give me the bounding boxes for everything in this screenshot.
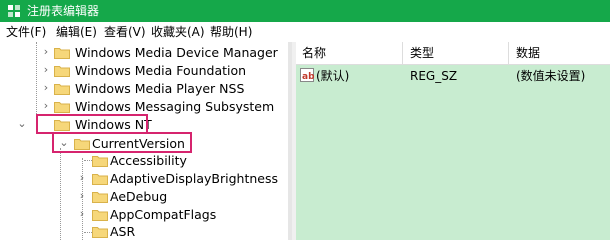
tree-item-label: Windows Media Foundation xyxy=(75,63,247,78)
chevron-right-icon[interactable]: › xyxy=(40,82,52,94)
chevron-right-icon[interactable]: › xyxy=(76,208,88,220)
menu-view[interactable]: 查看(V) xyxy=(104,24,146,40)
string-value-icon: ab xyxy=(300,68,314,82)
folder-icon xyxy=(92,174,108,185)
tree-item[interactable]: › Windows Media Device Manager xyxy=(0,44,288,62)
menu-file[interactable]: 文件(F) xyxy=(6,24,46,40)
tree-item-label: Windows Media Player NSS xyxy=(75,81,245,96)
title-bar: 注册表编辑器 xyxy=(0,0,610,22)
tree-item-label: Windows Messaging Subsystem xyxy=(75,99,275,114)
window-title: 注册表编辑器 xyxy=(27,4,100,18)
tree-item-label: ASR xyxy=(110,224,136,239)
column-divider[interactable] xyxy=(508,42,509,64)
column-header-name[interactable]: 名称 xyxy=(302,45,326,61)
menu-help[interactable]: 帮助(H) xyxy=(210,24,252,40)
chevron-right-icon[interactable]: › xyxy=(76,190,88,202)
highlight-box-windows-nt xyxy=(36,114,148,134)
folder-icon xyxy=(54,66,70,77)
column-divider[interactable] xyxy=(402,42,403,64)
folder-icon xyxy=(54,102,70,113)
chevron-right-icon[interactable]: › xyxy=(76,172,88,184)
menu-edit[interactable]: 编辑(E) xyxy=(56,24,97,40)
highlight-box-currentversion xyxy=(52,132,192,153)
tree-item[interactable]: Accessibility xyxy=(0,152,288,170)
chevron-right-icon[interactable]: › xyxy=(40,46,52,58)
values-pane[interactable]: 名称 类型 数据 ab (默认) REG_SZ (数值未设置) xyxy=(296,42,610,240)
column-header-type[interactable]: 类型 xyxy=(410,45,434,61)
chevron-right-icon[interactable]: › xyxy=(40,100,52,112)
tree-item-label: Windows Media Device Manager xyxy=(75,45,278,60)
folder-icon xyxy=(54,48,70,59)
tree-item[interactable]: ASR xyxy=(0,223,288,240)
menu-favorites[interactable]: 收藏夹(A) xyxy=(151,24,205,40)
chevron-right-icon[interactable]: › xyxy=(40,64,52,76)
tree-item-label: AdaptiveDisplayBrightness xyxy=(110,171,278,186)
tree-item[interactable]: › AppCompatFlags xyxy=(0,206,288,224)
tree-item-label: AppCompatFlags xyxy=(110,207,217,222)
folder-icon xyxy=(92,210,108,221)
tree-item[interactable]: › AdaptiveDisplayBrightness xyxy=(0,170,288,188)
chevron-down-icon[interactable]: ⌄ xyxy=(16,118,28,130)
column-header-data[interactable]: 数据 xyxy=(516,45,540,61)
value-data: (数值未设置) xyxy=(516,69,586,83)
folder-icon xyxy=(92,192,108,203)
value-type: REG_SZ xyxy=(410,69,458,83)
folder-icon xyxy=(92,227,108,238)
value-name[interactable]: (默认) xyxy=(316,68,349,84)
tree-item-label: AeDebug xyxy=(110,189,168,204)
tree-item-label: Accessibility xyxy=(110,153,187,168)
svg-text:ab: ab xyxy=(302,72,314,82)
values-header: 名称 类型 数据 xyxy=(296,42,610,65)
folder-icon xyxy=(54,84,70,95)
folder-icon xyxy=(92,156,108,167)
registry-editor-icon xyxy=(8,5,20,17)
menu-bar: 文件(F) 编辑(E) 查看(V) 收藏夹(A) 帮助(H) xyxy=(0,22,610,42)
tree-item[interactable]: › Windows Media Foundation xyxy=(0,62,288,80)
tree-item[interactable]: › AeDebug xyxy=(0,188,288,206)
tree-item[interactable]: › Windows Media Player NSS xyxy=(0,80,288,98)
